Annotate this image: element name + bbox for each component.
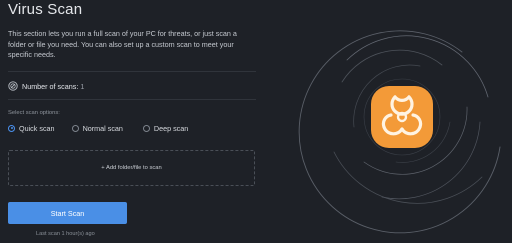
divider	[8, 71, 256, 72]
biohazard-icon	[371, 86, 433, 148]
virus-scan-page: Virus Scan This section lets you run a f…	[0, 0, 512, 243]
deep-scan-option[interactable]: Deep scan	[142, 123, 189, 133]
scan-count: Number of scans: 1	[8, 80, 84, 92]
quick-scan-label: Quick scan	[19, 123, 55, 133]
page-title: Virus Scan	[8, 1, 83, 18]
start-scan-label: Start Scan	[50, 208, 85, 218]
scan-panel: Virus Scan This section lets you run a f…	[8, 0, 256, 243]
scan-count-label: Number of scans:	[22, 81, 79, 91]
deep-scan-radio[interactable]	[142, 124, 150, 132]
scan-options: Quick scan Normal scan Deep scan	[8, 122, 188, 134]
normal-scan-option[interactable]: Normal scan	[71, 123, 123, 133]
deep-scan-label: Deep scan	[153, 123, 189, 133]
last-scan-status: Last scan 1 hour(s) ago	[36, 231, 95, 237]
add-folder-label: + Add folder/file to scan	[101, 165, 162, 171]
scan-graphic	[292, 12, 512, 243]
scan-count-value: 1	[80, 81, 85, 91]
divider	[8, 99, 256, 100]
quick-scan-option[interactable]: Quick scan	[8, 124, 55, 133]
start-scan-button[interactable]: Start Scan	[8, 202, 127, 224]
normal-scan-label: Normal scan	[82, 123, 123, 133]
scan-options-label: Select scan options:	[8, 110, 60, 116]
add-folder-dropzone[interactable]: + Add folder/file to scan	[8, 150, 255, 186]
scan-rings-graphic	[298, 30, 501, 234]
normal-scan-radio[interactable]	[71, 124, 79, 132]
quick-scan-radio[interactable]	[8, 124, 15, 132]
scan-counter-icon	[8, 81, 18, 91]
page-description: This section lets you run a full scan of…	[8, 29, 237, 60]
